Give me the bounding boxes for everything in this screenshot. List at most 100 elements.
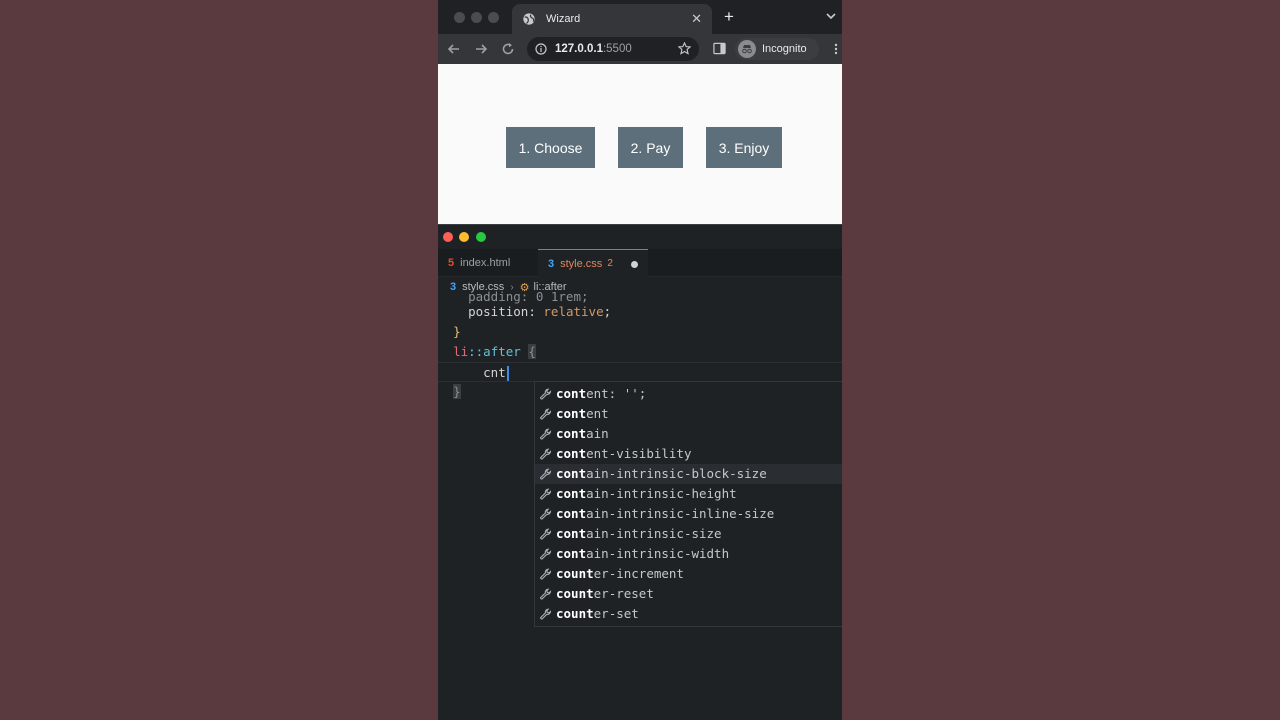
css-selector: li bbox=[453, 344, 469, 359]
new-tab-icon[interactable]: + bbox=[724, 8, 734, 25]
minimize-window-dot[interactable] bbox=[471, 12, 482, 23]
url-port: :5500 bbox=[602, 43, 632, 55]
forward-arrow-icon[interactable] bbox=[473, 41, 489, 57]
suggestion-match: cont bbox=[556, 466, 587, 481]
code-line: position: relative; bbox=[468, 304, 612, 319]
close-brace: } bbox=[453, 324, 461, 339]
suggestion-item[interactable]: cont ain-intrinsic-height bbox=[535, 484, 842, 504]
wrench-icon bbox=[540, 388, 552, 400]
suggestion-rest: ain bbox=[586, 426, 609, 441]
wrench-icon bbox=[540, 408, 552, 420]
code-line: li::after { bbox=[438, 342, 842, 362]
tab-title: Wizard bbox=[546, 13, 581, 25]
suggestion-item[interactable]: cont ent-visibility bbox=[535, 444, 842, 464]
suggestion-match: cont bbox=[556, 486, 587, 501]
open-brace: { bbox=[528, 344, 536, 359]
suggestion-item[interactable]: cont ain bbox=[535, 424, 842, 444]
wrench-icon bbox=[540, 608, 552, 620]
suggestion-rest: er-increment bbox=[593, 566, 684, 581]
wrench-icon bbox=[540, 508, 552, 520]
suggestion-item[interactable]: cont ain-intrinsic-inline-size bbox=[535, 504, 842, 524]
html-file-icon: 5 bbox=[448, 257, 455, 269]
incognito-button[interactable]: Incognito bbox=[735, 38, 819, 60]
maximize-window-dot[interactable] bbox=[488, 12, 499, 23]
wizard-step-pay[interactable]: 2. Pay bbox=[618, 127, 683, 168]
suggestion-rest: ain-intrinsic-size bbox=[586, 526, 722, 541]
code-line: } bbox=[438, 322, 842, 342]
suggestion-match: cont bbox=[556, 406, 587, 421]
close-window-dot[interactable] bbox=[443, 232, 453, 242]
suggestion-match: cont bbox=[556, 426, 587, 441]
suggestion-item[interactable]: cont ent: ''; bbox=[535, 384, 842, 404]
suggestion-item[interactable]: count er-increment bbox=[535, 564, 842, 584]
suggestion-match: cont bbox=[556, 546, 587, 561]
suggestion-rest: ent bbox=[586, 406, 609, 421]
close-window-dot[interactable] bbox=[454, 12, 465, 23]
star-icon[interactable] bbox=[678, 42, 691, 55]
info-icon[interactable] bbox=[535, 43, 547, 55]
wrench-icon bbox=[540, 528, 552, 540]
suggestion-match: cont bbox=[556, 386, 587, 401]
browser-window: Wizard ✕ + 127.0.0.1:5500 Incognito 1. … bbox=[438, 0, 842, 224]
back-arrow-icon[interactable] bbox=[446, 41, 462, 57]
suggestion-match: count bbox=[556, 566, 594, 581]
unsaved-dot-icon[interactable] bbox=[631, 261, 638, 268]
wrench-icon bbox=[540, 548, 552, 560]
browser-tab[interactable]: Wizard ✕ bbox=[512, 4, 712, 34]
suggestion-rest: er-reset bbox=[593, 586, 654, 601]
minimize-window-dot[interactable] bbox=[459, 232, 469, 242]
wrench-icon bbox=[540, 468, 552, 480]
browser-toolbar: 127.0.0.1 :5500 Incognito bbox=[438, 34, 842, 64]
code-editor-window: 5 index.html 3 style.css 2 3 style.css ›… bbox=[438, 224, 842, 720]
maximize-window-dot[interactable] bbox=[476, 232, 486, 242]
more-menu-icon[interactable] bbox=[834, 43, 838, 55]
wrench-icon bbox=[540, 568, 552, 580]
suggestion-rest: ain-intrinsic-inline-size bbox=[586, 506, 775, 521]
suggestion-item[interactable]: count er-set bbox=[535, 604, 842, 624]
wrench-icon bbox=[540, 428, 552, 440]
css-pseudo: ::after bbox=[468, 344, 521, 359]
side-panel-icon[interactable] bbox=[713, 42, 726, 55]
incognito-icon bbox=[738, 40, 756, 58]
editor-tab-bar: 5 index.html 3 style.css 2 bbox=[438, 249, 842, 277]
css-file-icon: 3 bbox=[548, 257, 555, 270]
globe-icon bbox=[523, 13, 535, 25]
active-code-line: cnt bbox=[438, 362, 842, 382]
tab-label: index.html bbox=[460, 257, 511, 269]
suggestion-item[interactable]: cont ent bbox=[535, 404, 842, 424]
tab-index-html[interactable]: 5 index.html bbox=[438, 249, 538, 277]
suggestion-match: cont bbox=[556, 506, 587, 521]
editor-titlebar bbox=[438, 225, 842, 249]
suggestion-match: cont bbox=[556, 526, 587, 541]
suggestion-item-highlighted[interactable]: cont ain-intrinsic-block-size bbox=[535, 464, 842, 484]
reload-icon[interactable] bbox=[500, 41, 516, 57]
suggestion-item[interactable]: count er-reset bbox=[535, 584, 842, 604]
typed-text: cnt bbox=[483, 365, 506, 380]
suggestion-rest: er-set bbox=[593, 606, 639, 621]
css-property: position bbox=[468, 304, 529, 319]
wizard-step-enjoy[interactable]: 3. Enjoy bbox=[706, 127, 782, 168]
wizard-step-choose[interactable]: 1. Choose bbox=[506, 127, 595, 168]
tab-label: style.css bbox=[560, 257, 603, 270]
address-bar[interactable]: 127.0.0.1 :5500 bbox=[527, 37, 699, 61]
tab-strip: Wizard ✕ + bbox=[438, 0, 842, 34]
suggestion-item[interactable]: cont ain-intrinsic-size bbox=[535, 524, 842, 544]
suggestion-item[interactable]: cont ain-intrinsic-width bbox=[535, 544, 842, 564]
suggestion-rest: ain-intrinsic-block-size bbox=[586, 466, 767, 481]
suggestion-match: count bbox=[556, 586, 594, 601]
suggestion-rest: ain-intrinsic-width bbox=[586, 546, 730, 561]
suggestion-rest: ent-visibility bbox=[586, 446, 692, 461]
chevron-down-icon[interactable] bbox=[826, 11, 836, 21]
incognito-label: Incognito bbox=[762, 43, 807, 55]
tab-style-css[interactable]: 3 style.css 2 bbox=[538, 249, 648, 277]
close-tab-icon[interactable]: ✕ bbox=[691, 11, 702, 27]
suggestion-rest: ain-intrinsic-height bbox=[586, 486, 737, 501]
recording-stage: Wizard ✕ + 127.0.0.1:5500 Incognito 1. … bbox=[438, 0, 842, 720]
suggestion-match: count bbox=[556, 606, 594, 621]
wrench-icon bbox=[540, 488, 552, 500]
end-brace: } bbox=[453, 384, 461, 399]
wrench-icon bbox=[540, 588, 552, 600]
page-viewport: 1. Choose 2. Pay 3. Enjoy bbox=[438, 64, 842, 224]
suggestion-rest: ent: ''; bbox=[586, 386, 647, 401]
autocomplete-dropdown: cont ent: ''; cont ent cont ain cont ent-vis… bbox=[534, 381, 842, 627]
